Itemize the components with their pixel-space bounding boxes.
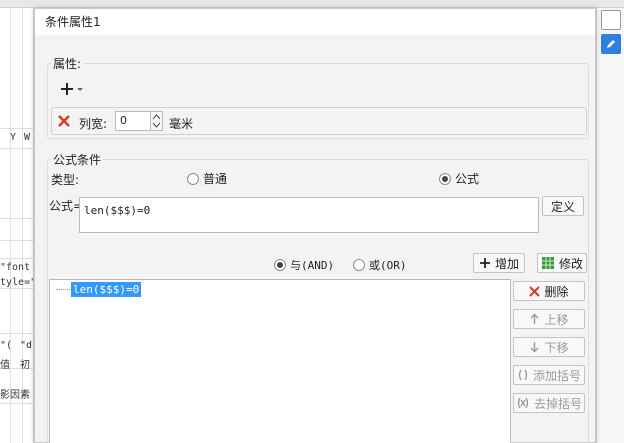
red-x-icon	[529, 285, 541, 297]
condition-list-item[interactable]: len($$$)=0	[71, 282, 142, 297]
delete-button[interactable]: 删除	[513, 281, 585, 301]
bg-cell-font: "font	[0, 262, 31, 273]
radio-unselected-icon	[353, 259, 365, 271]
remove-bracket-button[interactable]: 去掉括号	[513, 393, 585, 413]
background-right-panel	[596, 8, 624, 443]
delete-label: 删除	[544, 284, 569, 299]
type-normal-label: 普通	[203, 172, 228, 186]
define-button[interactable]: 定义	[542, 196, 584, 216]
bracket-icon	[518, 369, 528, 381]
bg-cell-style: tyle="	[0, 277, 34, 288]
type-normal-radio[interactable]: 普通	[187, 170, 227, 187]
bg-cell-value: 值	[0, 360, 10, 371]
add-bracket-label: 添加括号	[532, 368, 581, 383]
bg-cell-factor: 影因素	[0, 390, 30, 401]
and-label: 与(AND)	[290, 259, 335, 272]
copy-icon[interactable]	[601, 10, 621, 30]
background-toolbar	[0, 0, 624, 8]
arrow-up-icon	[530, 313, 539, 324]
red-x-icon	[58, 115, 70, 127]
move-down-button[interactable]: 下移	[513, 337, 585, 357]
type-formula-label: 公式	[455, 172, 480, 186]
bg-cell-w: W	[24, 132, 31, 143]
attributes-label: 属性:	[51, 55, 84, 72]
radio-unselected-icon	[187, 172, 199, 185]
column-width-input[interactable]: 0	[115, 111, 151, 131]
background-spreadsheet: Y W "font tyle=" "( "d 值 初 影因素	[0, 8, 34, 443]
unit-label: 毫米	[169, 117, 194, 131]
or-radio[interactable]: 或(OR)	[353, 257, 407, 273]
move-down-label: 下移	[544, 340, 569, 355]
plus-icon	[479, 258, 490, 268]
dialog-title: 条件属性1	[35, 9, 595, 35]
edit-grid-icon	[541, 257, 554, 269]
type-label: 类型:	[51, 173, 80, 187]
bg-cell-init: 初	[20, 360, 30, 371]
formula-condition-label: 公式条件	[51, 151, 104, 168]
remove-bracket-label: 去掉括号	[533, 396, 582, 411]
modify-condition-label: 修改	[558, 256, 583, 271]
modify-condition-button[interactable]: 修改	[537, 253, 587, 273]
condition-properties-dialog: 条件属性1 属性: 列宽: 0 毫米 公式条件 类型: 普通 公式 公式= le…	[34, 8, 596, 443]
or-label: 或(OR)	[369, 259, 407, 272]
radio-selected-icon	[274, 259, 286, 271]
type-formula-radio[interactable]: 公式	[439, 170, 479, 187]
move-up-label: 上移	[544, 312, 569, 327]
plus-icon	[61, 83, 83, 95]
and-radio[interactable]: 与(AND)	[274, 257, 334, 273]
add-attribute-button[interactable]	[55, 79, 89, 99]
add-condition-label: 增加	[494, 256, 519, 271]
bg-cell-d: "d	[20, 340, 33, 351]
spinner-arrows-icon	[152, 114, 161, 128]
move-up-button[interactable]: 上移	[513, 309, 585, 329]
bg-cell-y: Y	[10, 132, 17, 143]
arrow-down-icon	[530, 342, 539, 353]
formula-input[interactable]: len($$$)=0	[79, 197, 539, 233]
remove-attribute-button[interactable]	[55, 112, 73, 130]
radio-selected-icon	[439, 172, 451, 185]
add-condition-button[interactable]: 增加	[473, 253, 525, 273]
column-width-label: 列宽:	[79, 117, 108, 131]
formula-label: 公式=	[49, 199, 84, 213]
remove-bracket-icon	[517, 397, 529, 409]
bg-cell-quote: "(	[0, 340, 13, 351]
condition-list[interactable]: len($$$)=0	[49, 279, 511, 443]
add-bracket-button[interactable]: 添加括号	[513, 365, 585, 385]
edit-pencil-icon[interactable]	[601, 34, 621, 54]
column-width-stepper[interactable]	[150, 111, 163, 131]
